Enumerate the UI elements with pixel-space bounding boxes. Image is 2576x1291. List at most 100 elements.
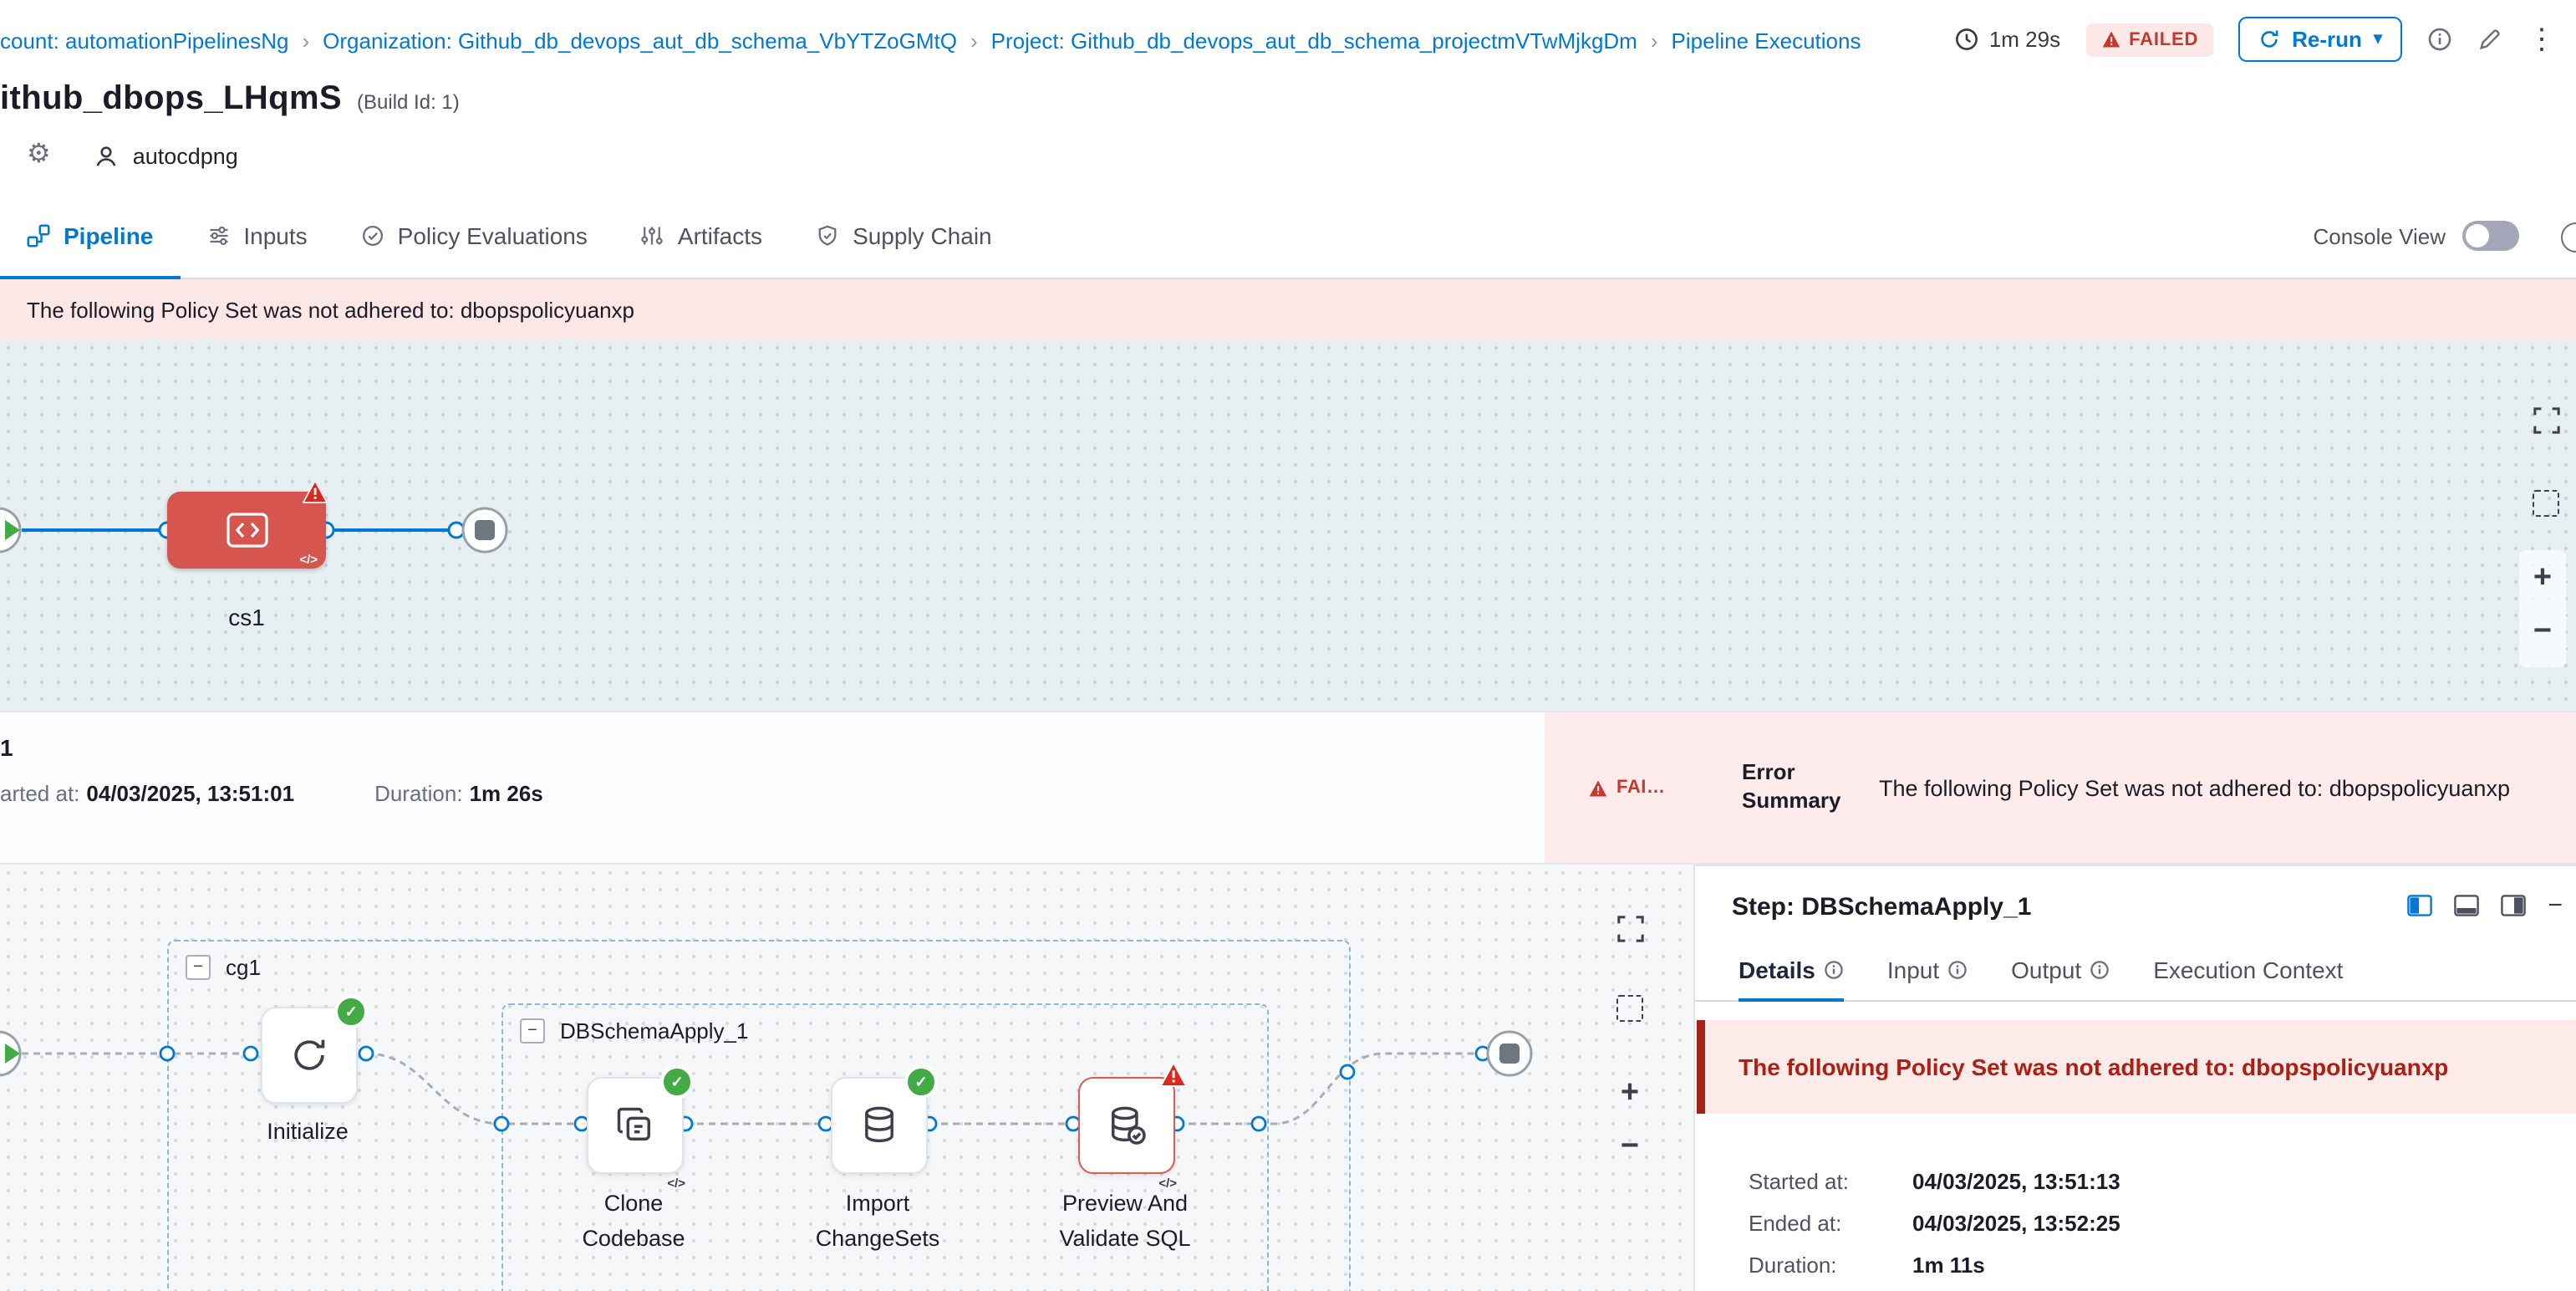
success-badge-icon: ✓: [904, 1065, 938, 1099]
start-node: [0, 1032, 20, 1075]
step-node-initialize[interactable]: ✓: [261, 1007, 358, 1104]
fullscreen-icon[interactable]: [2529, 403, 2563, 436]
step-label-clone-codebase: Clone Codebase: [558, 1187, 709, 1258]
code-badge-icon: </>: [299, 552, 318, 567]
layout-right-icon[interactable]: [2501, 895, 2526, 916]
clone-icon: [613, 1104, 657, 1147]
tab-supply-chain-label: Supply Chain: [853, 222, 992, 249]
breadcrumb-organization[interactable]: Organization: Github_db_devops_aut_db_sc…: [323, 28, 957, 54]
breadcrumb-separator-icon: ›: [1651, 28, 1658, 54]
failure-badge-icon: [1160, 1062, 1187, 1087]
detail-row-ended: Ended at: 04/03/2025, 13:52:25: [1749, 1211, 2120, 1236]
stage-summary-bar: 1 arted at:04/03/2025, 13:51:01 Duration…: [0, 711, 2576, 865]
top-bar: count: automationPipelinesNg › Organizat…: [0, 0, 2576, 84]
tab-artifacts[interactable]: Artifacts: [614, 194, 789, 278]
stage-node-cs1[interactable]: </>: [167, 492, 326, 569]
breadcrumb-separator-icon: ›: [302, 28, 309, 54]
breadcrumb: count: automationPipelinesNg › Organizat…: [0, 28, 1861, 54]
rerun-button[interactable]: Re-run ▾: [2238, 17, 2402, 62]
console-view-control: Console View: [2313, 194, 2519, 278]
pipeline-title: ithub_dbops_LHqmS: [0, 80, 342, 119]
stage-detail-area: − cg1 − DBSchemaApply_1: [0, 865, 2576, 1291]
breadcrumb-project[interactable]: Project: Github_db_devops_aut_db_schema_…: [991, 28, 1637, 54]
console-view-toggle[interactable]: [2462, 221, 2519, 251]
user-name: autocdpng: [133, 143, 238, 168]
step-node-import-changesets[interactable]: ✓: [831, 1077, 928, 1174]
sync-icon: [288, 1033, 331, 1077]
tab-supply-chain[interactable]: Supply Chain: [789, 194, 1019, 278]
fail-badge: FAILED: [1588, 778, 1672, 798]
step-label-preview-validate-sql: Preview And Validate SQL: [1045, 1187, 1205, 1258]
elapsed-time-value: 1m 29s: [1989, 27, 2060, 52]
stage-name: 1: [0, 734, 13, 761]
zoom-out-button[interactable]: −: [1613, 1129, 1647, 1162]
artifacts-tab-icon: [641, 224, 664, 247]
zoom-out-button[interactable]: −: [2526, 614, 2559, 647]
settings-gear-icon[interactable]: ⚙: [27, 142, 51, 169]
tab-pipeline[interactable]: Pipeline: [0, 194, 180, 278]
stage-node-label: cs1: [167, 604, 326, 630]
fullscreen-icon[interactable]: [1613, 911, 1647, 945]
success-badge-icon: ✓: [660, 1065, 694, 1099]
supply-chain-tab-icon: [816, 224, 839, 247]
step-node-preview-validate-sql[interactable]: </>: [1078, 1077, 1175, 1174]
breadcrumb-pipeline-executions[interactable]: Pipeline Executions: [1672, 28, 1861, 54]
pipeline-meta-row: ⚙ autocdpng: [27, 142, 238, 169]
detail-value: 04/03/2025, 13:51:13: [1912, 1169, 2120, 1194]
info-icon: [1824, 960, 1844, 980]
tab-inputs-label: Inputs: [243, 222, 307, 249]
tab-pipeline-label: Pipeline: [64, 222, 153, 249]
tab-policy-evaluations[interactable]: Policy Evaluations: [334, 194, 614, 278]
layout-bottom-icon[interactable]: [2454, 895, 2479, 916]
tab-execution-context-label: Execution Context: [2153, 957, 2343, 983]
execution-tabs: Pipeline Inputs Policy Evaluations Artif…: [0, 194, 2576, 279]
tab-input[interactable]: Input: [1887, 940, 1968, 1000]
marquee-select-icon[interactable]: [2529, 487, 2563, 520]
warning-triangle-icon: [1588, 778, 1608, 797]
minimize-panel-icon[interactable]: −: [2548, 893, 2563, 918]
detail-row-started: Started at: 04/03/2025, 13:51:13: [1749, 1169, 2120, 1194]
user-icon: [94, 143, 120, 168]
chevron-down-icon: ▾: [2374, 30, 2382, 48]
step-details-panel: Step: DBSchemaApply_1 − Details: [1693, 865, 2576, 1291]
tab-output[interactable]: Output: [2011, 940, 2110, 1000]
tab-details[interactable]: Details: [1739, 940, 1844, 1000]
end-node: [463, 508, 507, 552]
started-at: arted at:04/03/2025, 13:51:01: [0, 781, 294, 806]
code-stage-icon: [225, 512, 268, 549]
warning-triangle-icon: [2100, 30, 2120, 48]
tab-execution-context[interactable]: Execution Context: [2153, 940, 2343, 1000]
step-label-initialize: Initialize: [224, 1115, 391, 1151]
zoom-in-button[interactable]: +: [1613, 1075, 1647, 1109]
info-icon: [1947, 960, 1968, 980]
error-summary-strip: FAILED Error Summary The following Polic…: [1545, 712, 2576, 863]
step-panel-tabs: Details Input Output Execution Context: [1695, 940, 2576, 1002]
breadcrumb-account[interactable]: count: automationPipelinesNg: [0, 28, 288, 54]
end-node: [1488, 1032, 1531, 1075]
error-summary-label: Error Summary: [1742, 759, 1845, 816]
triggered-by-user: autocdpng: [94, 143, 238, 168]
step-node-clone-codebase[interactable]: ✓ </>: [587, 1077, 684, 1174]
topbar-actions: 1m 29s FAILED Re-run ▾ ⋮: [1954, 17, 2556, 62]
help-icon[interactable]: [2561, 222, 2576, 253]
status-badge: FAILED: [2085, 23, 2213, 56]
marquee-select-icon[interactable]: [1613, 992, 1647, 1025]
failure-badge-icon: [303, 480, 328, 503]
execution-graph-canvas[interactable]: − cg1 − DBSchemaApply_1: [0, 865, 1693, 1291]
pipeline-tab-icon: [27, 224, 50, 247]
pipeline-graph-canvas[interactable]: </> cs1 + −: [0, 339, 2576, 711]
tab-output-label: Output: [2011, 957, 2081, 983]
info-icon[interactable]: [2427, 27, 2452, 52]
split-view-icon[interactable]: [2407, 895, 2432, 916]
detail-value: 1m 11s: [1912, 1253, 1985, 1278]
clock-icon: [1954, 27, 1979, 52]
zoom-in-button[interactable]: +: [2526, 560, 2559, 594]
kebab-menu-icon[interactable]: ⋮: [2528, 25, 2556, 54]
toggle-knob: [2466, 224, 2489, 247]
page-header: ithub_dbops_LHqmS (Build Id: 1): [0, 80, 460, 119]
rerun-button-label: Re-run: [2292, 27, 2362, 52]
tab-inputs[interactable]: Inputs: [180, 194, 333, 278]
status-badge-label: FAILED: [2129, 29, 2198, 49]
edit-pencil-icon[interactable]: [2477, 27, 2502, 52]
database-icon: [858, 1104, 901, 1147]
